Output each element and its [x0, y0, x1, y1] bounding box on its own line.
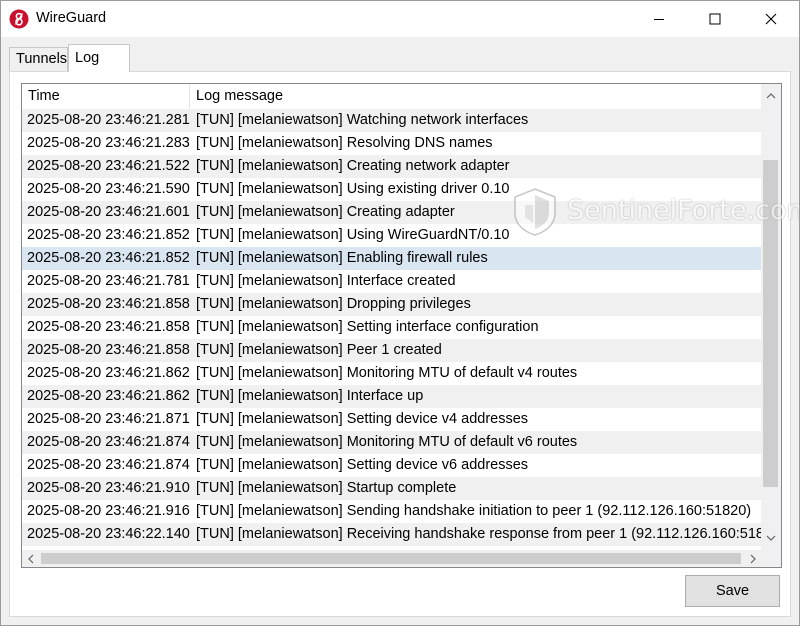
- log-row[interactable]: 2025-08-20 23:46:21.281 [TUN] [melaniewat…: [22, 109, 761, 132]
- log-message-cell: [TUN] [melaniewatson] Monitoring MTU of …: [196, 434, 578, 450]
- chevron-left-icon: [27, 554, 33, 563]
- log-row[interactable]: 2025-08-20 23:46:21.601 [TUN] [melaniewat…: [22, 201, 761, 224]
- log-time-cell: 2025-08-20 23:46:21.781: [27, 273, 190, 289]
- log-row[interactable]: 2025-08-20 23:46:21.590 [TUN] [melaniewat…: [22, 178, 761, 201]
- log-panel: Time Log message 2025-08-20 23:46:21.281…: [9, 71, 791, 617]
- maximize-icon: [709, 13, 721, 25]
- column-header-time[interactable]: Time: [22, 84, 190, 109]
- tab-tunnels[interactable]: Tunnels: [9, 47, 68, 71]
- chevron-up-icon: [766, 93, 776, 99]
- log-time-cell: 2025-08-20 23:46:21.862: [27, 388, 190, 404]
- vertical-scrollbar[interactable]: [761, 84, 781, 550]
- log-row[interactable]: 2025-08-20 23:46:21.858 [TUN] [melaniewat…: [22, 316, 761, 339]
- log-row[interactable]: 2025-08-20 23:46:21.283 [TUN] [melaniewat…: [22, 132, 761, 155]
- log-time-cell: 2025-08-20 23:46:21.858: [27, 342, 190, 358]
- horizontal-scroll-thumb[interactable]: [41, 553, 741, 564]
- log-message-cell: [TUN] [melaniewatson] Enabling firewall …: [196, 250, 488, 266]
- log-message-cell: [TUN] [melaniewatson] Interface up: [196, 388, 424, 404]
- scrollbar-corner: [761, 550, 781, 567]
- log-time-cell: 2025-08-20 23:46:21.916: [27, 503, 190, 519]
- log-time-cell: 2025-08-20 23:46:21.852: [27, 227, 190, 243]
- log-list[interactable]: Time Log message 2025-08-20 23:46:21.281…: [21, 83, 782, 568]
- log-row[interactable]: 2025-08-20 23:46:21.522 [TUN] [melaniewat…: [22, 155, 761, 178]
- log-message-cell: [TUN] [melaniewatson] Peer 1 created: [196, 342, 442, 358]
- log-message-cell: [TUN] [melaniewatson] Using WireGuardNT/…: [196, 227, 510, 243]
- log-row[interactable]: 2025-08-20 23:46:21.916 [TUN] [melaniewat…: [22, 500, 761, 523]
- save-button[interactable]: Save: [685, 575, 780, 607]
- scroll-down-button[interactable]: [761, 528, 781, 548]
- log-message-cell: [TUN] [melaniewatson] Dropping privilege…: [196, 296, 471, 312]
- horizontal-scrollbar[interactable]: [22, 550, 761, 567]
- maximize-button[interactable]: [687, 1, 743, 37]
- log-row[interactable]: 2025-08-20 23:46:21.874 [TUN] [melaniewat…: [22, 454, 761, 477]
- log-row[interactable]: 2025-08-20 23:46:22.140 [TUN] [melaniewat…: [22, 523, 761, 546]
- log-row[interactable]: 2025-08-20 23:46:21.858 [TUN] [melaniewat…: [22, 339, 761, 362]
- log-time-cell: 2025-08-20 23:46:21.858: [27, 319, 190, 335]
- log-time-cell: 2025-08-20 23:46:21.871: [27, 411, 190, 427]
- log-time-cell: 2025-08-20 23:46:21.283: [27, 135, 190, 151]
- log-rows: 2025-08-20 23:46:21.281 [TUN] [melaniewat…: [22, 109, 761, 552]
- log-message-cell: [TUN] [melaniewatson] Interface created: [196, 273, 456, 289]
- close-icon: [765, 13, 777, 25]
- log-row[interactable]: 2025-08-20 23:46:21.874 [TUN] [melaniewat…: [22, 431, 761, 454]
- log-time-cell: 2025-08-20 23:46:22.140: [27, 526, 190, 542]
- log-time-cell: 2025-08-20 23:46:21.522: [27, 158, 190, 174]
- scroll-right-button[interactable]: [744, 550, 761, 567]
- chevron-right-icon: [750, 554, 756, 563]
- minimize-icon: [654, 19, 664, 20]
- log-time-cell: 2025-08-20 23:46:21.590: [27, 181, 190, 197]
- log-header: Time Log message: [22, 84, 761, 110]
- log-message-cell: [TUN] [melaniewatson] Creating network a…: [196, 158, 510, 174]
- app-window: WireGuard Tunnels Log Time Log message 2…: [0, 0, 800, 626]
- log-row[interactable]: 2025-08-20 23:46:21.862 [TUN] [melaniewat…: [22, 385, 761, 408]
- log-message-cell: [TUN] [melaniewatson] Resolving DNS name…: [196, 135, 493, 151]
- log-row[interactable]: 2025-08-20 23:46:21.871 [TUN] [melaniewat…: [22, 408, 761, 431]
- log-message-cell: [TUN] [melaniewatson] Sending handshake …: [196, 503, 752, 519]
- log-message-cell: [TUN] [melaniewatson] Watching network i…: [196, 112, 529, 128]
- vertical-scroll-thumb[interactable]: [763, 160, 778, 487]
- minimize-button[interactable]: [631, 1, 687, 37]
- log-time-cell: 2025-08-20 23:46:21.281: [27, 112, 190, 128]
- log-time-cell: 2025-08-20 23:46:21.862: [27, 365, 190, 381]
- log-message-cell: [TUN] [melaniewatson] Setting device v6 …: [196, 457, 529, 473]
- log-time-cell: 2025-08-20 23:46:21.852: [27, 250, 190, 266]
- log-row[interactable]: 2025-08-20 23:46:21.858 [TUN] [melaniewat…: [22, 293, 761, 316]
- tab-log[interactable]: Log: [68, 44, 130, 72]
- log-message-cell: [TUN] [melaniewatson] Using existing dri…: [196, 181, 510, 197]
- window-title: WireGuard: [36, 10, 107, 26]
- log-message-cell: [TUN] [melaniewatson] Startup complete: [196, 480, 457, 496]
- log-message-cell: [TUN] [melaniewatson] Setting interface …: [196, 319, 539, 335]
- wireguard-logo-icon: [9, 9, 29, 29]
- scroll-left-button[interactable]: [22, 550, 39, 567]
- title-bar[interactable]: WireGuard: [1, 1, 799, 37]
- log-row[interactable]: 2025-08-20 23:46:21.852 [TUN] [melaniewat…: [22, 247, 761, 270]
- log-time-cell: 2025-08-20 23:46:21.874: [27, 434, 190, 450]
- log-row[interactable]: 2025-08-20 23:46:21.852 [TUN] [melaniewat…: [22, 224, 761, 247]
- log-message-cell: [TUN] [melaniewatson] Creating adapter: [196, 204, 455, 220]
- log-time-cell: 2025-08-20 23:46:21.910: [27, 480, 190, 496]
- log-row[interactable]: 2025-08-20 23:46:21.862 [TUN] [melaniewat…: [22, 362, 761, 385]
- log-message-cell: [TUN] [melaniewatson] Receiving handshak…: [196, 526, 761, 542]
- log-message-cell: [TUN] [melaniewatson] Monitoring MTU of …: [196, 365, 578, 381]
- scroll-up-button[interactable]: [761, 86, 781, 106]
- log-row[interactable]: 2025-08-20 23:46:21.910 [TUN] [melaniewat…: [22, 477, 761, 500]
- column-header-message[interactable]: Log message: [190, 84, 761, 109]
- log-time-cell: 2025-08-20 23:46:21.874: [27, 457, 190, 473]
- close-button[interactable]: [743, 1, 799, 37]
- log-message-cell: [TUN] [melaniewatson] Setting device v4 …: [196, 411, 529, 427]
- log-time-cell: 2025-08-20 23:46:21.858: [27, 296, 190, 312]
- log-time-cell: 2025-08-20 23:46:21.601: [27, 204, 190, 220]
- chevron-down-icon: [766, 535, 776, 541]
- log-row[interactable]: 2025-08-20 23:46:21.781 [TUN] [melaniewat…: [22, 270, 761, 293]
